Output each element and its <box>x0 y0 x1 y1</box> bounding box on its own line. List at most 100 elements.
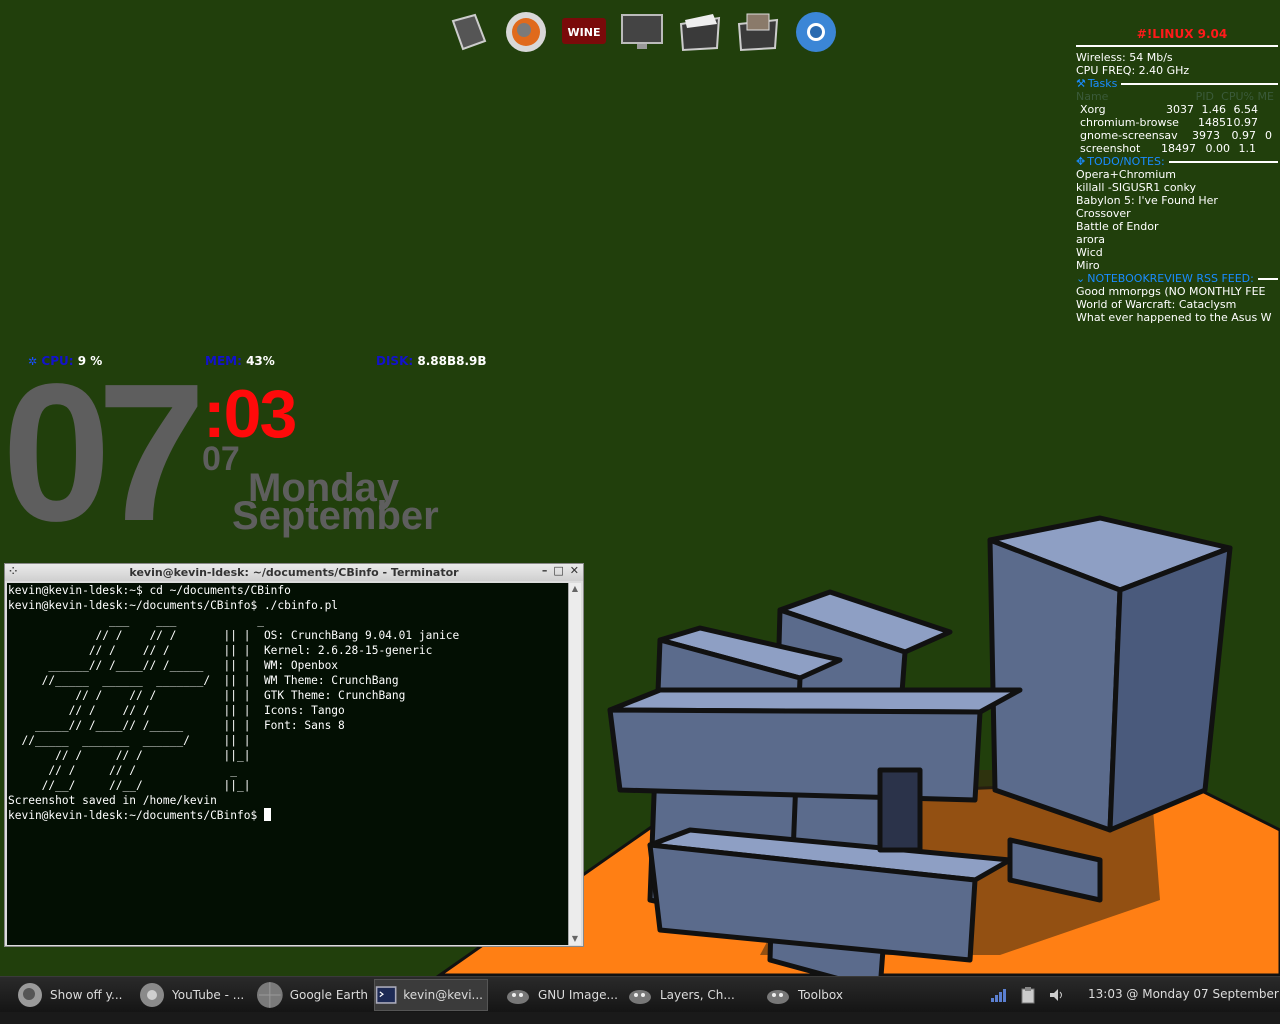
terminal-line: //_____ ______ _______/ || | WM Theme: C… <box>8 674 399 687</box>
note-item: Babylon 5: I've Found Her <box>1076 194 1218 207</box>
terminal-line: //__/ //__/ ||_| <box>8 779 251 792</box>
folder-icon[interactable] <box>676 8 724 56</box>
note-item: Crossover <box>1076 207 1131 220</box>
task-mem: 1.1 <box>1238 142 1257 155</box>
rss-item: Good mmorpgs (NO MONTHLY FEE <box>1076 285 1266 298</box>
disk-label: DISK: <box>376 354 414 368</box>
task-cpu: 0.97 <box>1233 116 1259 129</box>
task-cpu: 0.97 <box>1231 129 1257 142</box>
terminal-icon <box>375 986 397 1004</box>
terminal-line: // / // / || | Kernel: 2.6.28-15-generic <box>8 644 433 657</box>
task-name: chromium-browse <box>1080 116 1179 129</box>
terminal-line: // / // / ||_| <box>8 749 251 762</box>
taskbar-item-label: Google Earth <box>289 988 368 1002</box>
col-mem: ME <box>1257 90 1274 103</box>
minimize-icon[interactable]: – <box>542 564 548 577</box>
photos-folder-icon[interactable] <box>734 8 782 56</box>
cpu-frequency: CPU FREQ: 2.40 GHz <box>1076 64 1190 77</box>
terminal-line: //_____ _______ ______/ || | <box>8 734 251 747</box>
maximize-icon[interactable]: □ <box>553 564 563 577</box>
clock-month: September <box>232 494 439 538</box>
bottom-strip <box>0 1012 1280 1024</box>
task-mem: 6.54 <box>1233 103 1259 116</box>
taskbar-clock[interactable]: 13:03 @ Monday 07 September <box>1088 987 1279 1001</box>
task-cpu: 1.46 <box>1201 103 1227 116</box>
notebook-icon[interactable] <box>444 8 492 56</box>
wireless-speed: Wireless: 54 Mb/s <box>1076 51 1173 64</box>
scroll-down-icon[interactable]: ▼ <box>569 933 581 945</box>
tasks-section-header: ⚒ Tasks <box>1076 77 1278 90</box>
divider <box>1168 160 1278 163</box>
mem-value: 43% <box>246 354 275 368</box>
clock-hour: 07 <box>2 343 206 562</box>
dock: WINE <box>444 8 840 56</box>
terminal-line: kevin@kevin-ldesk:~/documents/CBinfo$ ./… <box>8 599 339 612</box>
window-title: kevin@kevin-ldesk: ~/documents/CBinfo - … <box>129 566 459 579</box>
notes-section-header: ✥ TODO/NOTES: <box>1076 155 1278 168</box>
taskbar-item-gimp-toolbox[interactable]: Toolbox <box>764 979 864 1011</box>
terminal-output[interactable]: kevin@kevin-ldesk:~$ cd ~/documents/CBin… <box>7 583 570 945</box>
task-mem <box>1258 116 1262 129</box>
terminal-line: // / // / || | GTK Theme: CrunchBang <box>8 689 406 702</box>
taskbar-item-youtube[interactable]: YouTube - ... <box>138 979 250 1011</box>
note-item: Miro <box>1076 259 1100 272</box>
terminal-line: // / // / _ <box>8 764 238 777</box>
terminal-line: // / // / || | Icons: Tango <box>8 704 345 717</box>
wifi-signal-icon[interactable] <box>990 987 1008 1003</box>
window-titlebar[interactable]: ⁘ kevin@kevin-ldesk: ~/documents/CBinfo … <box>5 564 583 581</box>
note-item: Wicd <box>1076 246 1103 259</box>
conky-panel: #!LINUX 9.04 Wireless: 54 Mb/s CPU FREQ:… <box>1076 28 1278 346</box>
terminal-line: kevin@kevin-ldesk:~/documents/CBinfo$ <box>8 808 570 823</box>
tasks-label: Tasks <box>1087 77 1118 90</box>
note-item: Opera+Chromium <box>1076 168 1177 181</box>
terminal-window[interactable]: ⁘ kevin@kevin-ldesk: ~/documents/CBinfo … <box>4 563 584 947</box>
task-row: Xorg 3037 1.46 6.54 <box>1076 103 1278 116</box>
scrollbar[interactable]: ▲ ▼ <box>568 583 581 945</box>
terminal-line: kevin@kevin-ldesk:~$ cd ~/documents/CBin… <box>8 584 291 597</box>
taskbar-item-firefox[interactable]: Show off y... <box>16 979 132 1011</box>
clipboard-icon[interactable] <box>1020 986 1036 1004</box>
rss-section-header: ⌄ NOTEBOOKREVIEW RSS FEED: <box>1076 272 1278 285</box>
svg-text:WINE: WINE <box>568 26 601 39</box>
task-name: gnome-screensav <box>1080 129 1178 142</box>
mem-label: MEM: <box>205 354 242 368</box>
firefox-icon <box>18 983 42 1007</box>
task-pid: 3037 <box>1166 103 1194 116</box>
close-icon[interactable]: ✕ <box>570 564 579 577</box>
taskbar-item-label: YouTube - ... <box>172 988 245 1002</box>
gimp-icon <box>507 990 529 1004</box>
volume-icon[interactable] <box>1048 987 1066 1003</box>
system-tray <box>990 979 1066 1011</box>
disk-value: 8.88B8.9B <box>417 354 487 368</box>
rss-label: NOTEBOOKREVIEW RSS FEED: <box>1087 272 1254 285</box>
notes-label: TODO/NOTES: <box>1087 155 1165 168</box>
window-controls: – □ ✕ <box>542 564 579 577</box>
terminal-line: _____// /____// /_____ || | Font: Sans 8 <box>8 719 345 732</box>
scroll-up-icon[interactable]: ▲ <box>569 583 581 595</box>
task-name: screenshot <box>1080 142 1141 155</box>
task-pid: 3973 <box>1192 129 1220 142</box>
rss-item: What ever happened to the Asus W <box>1076 311 1272 324</box>
task-pid: 18497 <box>1161 142 1196 155</box>
note-item: arora <box>1076 233 1106 246</box>
task-pid: 14851 <box>1198 116 1233 129</box>
terminal-cursor <box>263 808 271 821</box>
move-icon: ✥ <box>1076 155 1086 168</box>
taskbar-item-gimp-image[interactable]: GNU Image... <box>504 979 620 1011</box>
wine-icon[interactable]: WINE <box>560 8 608 56</box>
chevron-down-icon: ⌄ <box>1076 272 1086 285</box>
task-row: screenshot 18497 0.00 1.1 <box>1076 142 1278 155</box>
task-cpu: 0.00 <box>1205 142 1231 155</box>
monitor-icon[interactable] <box>618 8 666 56</box>
taskbar-item-terminal[interactable]: kevin@kevi... <box>374 979 488 1011</box>
terminal-line: // / // / || | OS: CrunchBang 9.04.01 ja… <box>8 629 460 642</box>
taskbar-item-google-earth[interactable]: Google Earth <box>256 979 368 1011</box>
taskbar-item-gimp-layers[interactable]: Layers, Ch... <box>626 979 742 1011</box>
conky-title: #!LINUX 9.04 <box>1136 28 1228 41</box>
mem-stat: MEM: 43% <box>205 354 275 368</box>
task-mem: 0 <box>1265 129 1272 142</box>
taskbar-item-label: Toolbox <box>798 988 843 1002</box>
chromium-icon[interactable] <box>792 8 840 56</box>
task-name: Xorg <box>1080 103 1106 116</box>
firefox-icon[interactable] <box>502 8 550 56</box>
